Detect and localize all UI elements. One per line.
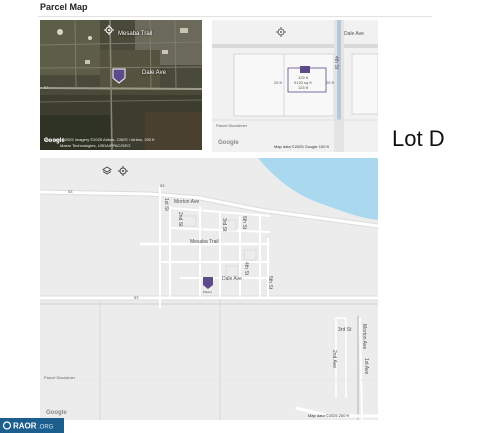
- locate-button[interactable]: [118, 166, 130, 178]
- parcel-pin-icon[interactable]: [202, 276, 214, 290]
- raor-watermark: RAOR .ORG: [0, 418, 64, 433]
- parcel-pin-icon[interactable]: [112, 68, 126, 84]
- overview-map[interactable]: Morton Ave Mesaba Trail Dale Ave 1st St …: [40, 158, 378, 420]
- satellite-imagery: [40, 20, 202, 150]
- map-attribution: Map data ©2025 Imagery ©2025 Airbus, CNE…: [44, 137, 155, 142]
- page-title: Parcel Map: [40, 2, 88, 12]
- raor-wordmark: RAOR: [13, 422, 37, 431]
- street-label-3rd-st: 3rd St: [221, 218, 227, 232]
- street-label-mesaba-trail: Mesaba Trail: [118, 31, 153, 37]
- parcel-side-dimension: 25 ft: [326, 80, 334, 85]
- locate-icon: [276, 27, 286, 37]
- street-label-6th-st: 6th St: [241, 216, 247, 230]
- street-label-mesaba-trail: Mesaba Trail: [190, 239, 219, 245]
- parcel-pin-caption: Parcel: [203, 290, 212, 294]
- google-logo: Google: [218, 140, 239, 146]
- parcel-dimension: 125 ft: [298, 85, 309, 90]
- parcel-detail-map[interactable]: Dale Ave 4th St 125 ft 9120 sq ft 125 ft…: [212, 20, 378, 152]
- parcel-pin-icon[interactable]: [300, 66, 310, 74]
- street-label-morton-ave: Morton Ave: [361, 324, 367, 350]
- road-shield: 53: [44, 85, 49, 90]
- parcel-side-dimension: 25 ft: [274, 80, 282, 85]
- street-label-2nd-ave: 2nd Ave: [331, 350, 337, 368]
- street-label-4th-st: 4th St: [243, 262, 249, 276]
- locate-icon: [104, 25, 114, 35]
- road-shield: 53: [160, 183, 165, 188]
- locate-button[interactable]: [104, 25, 116, 37]
- street-label-1st-ave: 1st Ave: [363, 358, 369, 375]
- map-attribution: Map data ©2025 Google 100 ft: [274, 144, 329, 149]
- parcel-detail-drawing: [212, 20, 378, 152]
- layers-button[interactable]: [102, 166, 114, 178]
- street-label-4th-st: 4th St: [333, 56, 339, 70]
- street-label-1st-st: 1st St: [163, 198, 169, 211]
- street-label-5th-st: 5th St: [267, 276, 273, 290]
- map-attribution-2: Maxar Technologies, USDA/FPAC/GEO: [60, 143, 131, 148]
- street-label-2nd-st: 2nd St: [177, 212, 183, 227]
- header-divider: [38, 16, 432, 17]
- parcel-disclaimer-link[interactable]: Parcel Disclaimer: [216, 124, 247, 128]
- layers-icon: [102, 166, 112, 175]
- satellite-map[interactable]: Mesaba Trail Dale Ave 53 Google Map data…: [40, 20, 202, 150]
- street-label-morton-ave: Morton Ave: [174, 199, 200, 205]
- map-attribution: Map data ©2025 200 ft: [308, 413, 349, 418]
- lot-label: Lot D: [392, 126, 445, 151]
- svg-text:.ORG: .ORG: [38, 425, 54, 431]
- parcel-disclaimer-link[interactable]: Parcel Disclaimer: [44, 376, 75, 380]
- street-label-dale-ave: Dale Ave: [142, 70, 166, 76]
- road-shield: 53: [134, 295, 139, 300]
- road-shield: 53: [68, 189, 73, 194]
- locate-icon: [118, 166, 128, 176]
- street-label-dale-ave: Dale Ave: [344, 31, 364, 37]
- google-logo: Google: [46, 410, 67, 416]
- locate-button[interactable]: [276, 27, 288, 39]
- street-label-3rd-st: 3rd St: [338, 327, 352, 333]
- street-label-dale-ave: Dale Ave: [222, 276, 242, 282]
- raor-logo: RAOR .ORG: [2, 421, 54, 431]
